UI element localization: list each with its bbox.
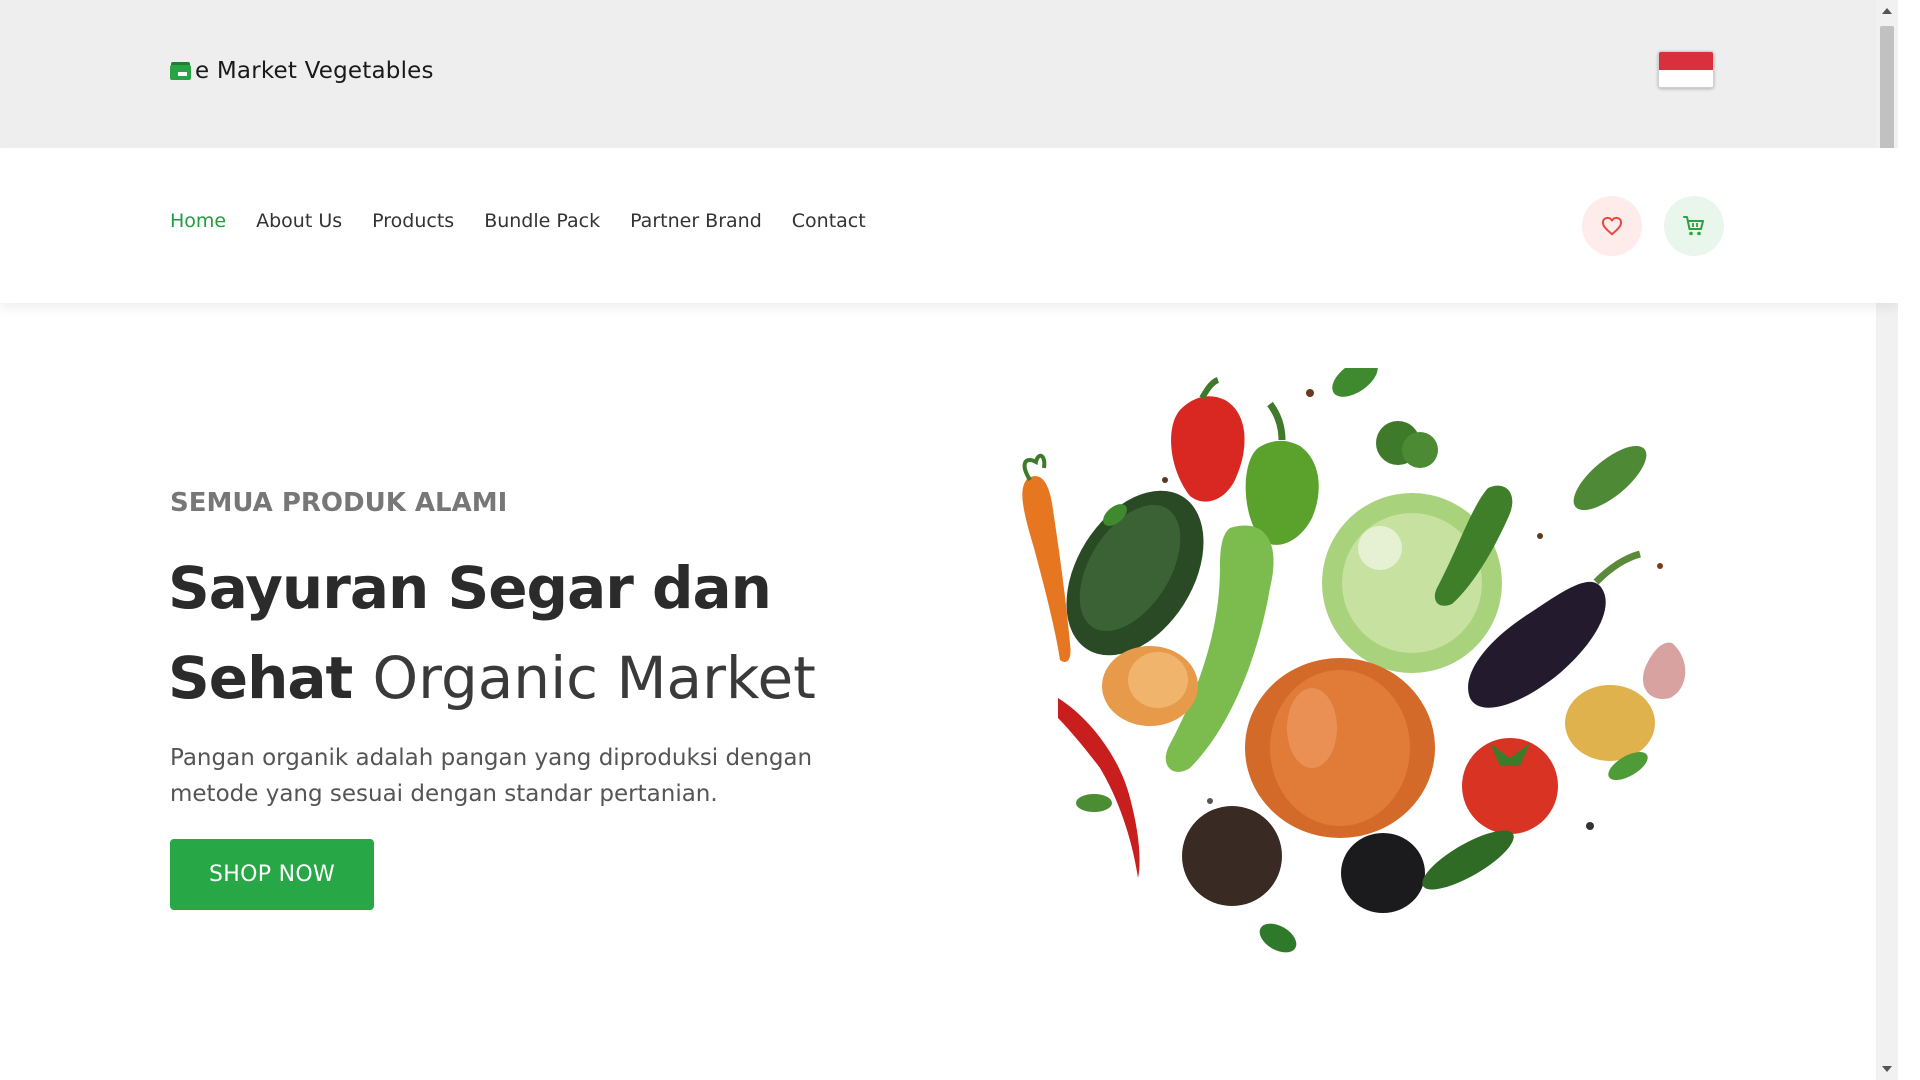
headline-bold-word: Sehat xyxy=(168,644,353,712)
hero-description: Pangan organik adalah pangan yang diprod… xyxy=(170,745,813,807)
headline-thin-text: Organic Market xyxy=(372,644,816,712)
nav-item-partner-brand[interactable]: Partner Brand xyxy=(630,210,762,232)
hero-eyebrow: SEMUA PRODUK ALAMI xyxy=(170,488,508,518)
hero-section: SEMUA PRODUK ALAMI Sayuran Segar dan Seh… xyxy=(0,303,1898,1080)
cart-icon xyxy=(1683,216,1704,236)
top-bar: e Market Vegetables xyxy=(0,0,1898,148)
nav-item-products[interactable]: Products xyxy=(372,210,454,232)
scrollbar-thumb[interactable] xyxy=(1880,26,1894,164)
vegetables-hero-image xyxy=(1022,368,1686,953)
headline-line-1: Sayuran Segar dan xyxy=(168,554,772,622)
scroll-up-arrow-icon[interactable] xyxy=(1882,8,1892,14)
wishlist-button[interactable] xyxy=(1582,196,1642,256)
nav-item-about-us[interactable]: About Us xyxy=(256,210,342,232)
carrot-shape xyxy=(1022,453,1071,663)
nav-item-bundle-pack[interactable]: Bundle Pack xyxy=(484,210,600,232)
nav-item-home[interactable]: Home xyxy=(170,210,226,232)
cart-button[interactable] xyxy=(1664,196,1724,256)
nav-menu: Home About Us Products Bundle Pack Partn… xyxy=(170,210,866,232)
heart-icon xyxy=(1601,216,1623,236)
headline-line-2: Sehat Organic Market xyxy=(168,633,816,723)
indonesia-flag-icon[interactable] xyxy=(1658,51,1714,88)
main-navigation: Home About Us Products Bundle Pack Partn… xyxy=(0,148,1898,303)
store-icon xyxy=(170,62,191,80)
page: e Market Vegetables Home About Us Produc… xyxy=(0,0,1898,1080)
scroll-down-arrow-icon[interactable] xyxy=(1882,1066,1892,1072)
hero-headline: Sayuran Segar dan Sehat Organic Market xyxy=(168,543,816,723)
brand-logo[interactable]: e Market Vegetables xyxy=(170,58,434,84)
nav-item-contact[interactable]: Contact xyxy=(792,210,866,232)
shop-now-button[interactable]: SHOP NOW xyxy=(170,839,374,910)
brand-name: e Market Vegetables xyxy=(195,58,434,84)
